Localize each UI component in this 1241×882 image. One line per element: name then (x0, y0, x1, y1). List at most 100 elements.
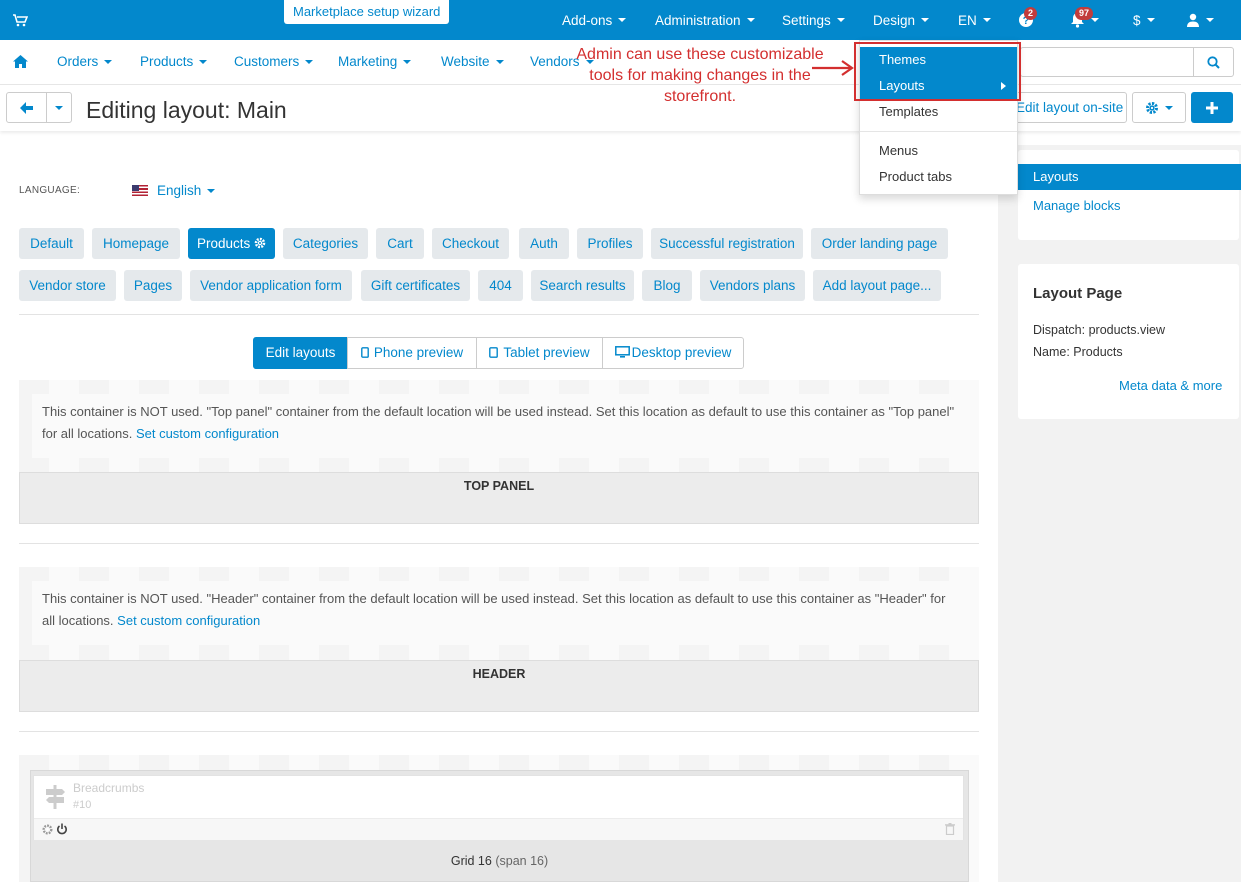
nav-website[interactable]: Website (441, 54, 504, 69)
tab-blog[interactable]: Blog (642, 270, 692, 301)
tab-successful-registration[interactable]: Successful registration (651, 228, 803, 259)
us-flag-icon (132, 185, 148, 196)
chevron-down-icon (55, 105, 63, 110)
tablet-icon (489, 347, 499, 358)
gear-icon (1146, 101, 1158, 114)
topnav-design-label: Design (873, 12, 916, 28)
top-panel-custom-config-link[interactable]: Set custom configuration (136, 426, 279, 441)
nav-customers-label: Customers (234, 54, 300, 69)
tab-vendor-application-form[interactable]: Vendor application form (190, 270, 352, 301)
header-box: HEADER (19, 660, 979, 712)
nav-marketing-label: Marketing (338, 54, 398, 69)
annotation-highlight-box (854, 42, 1021, 101)
nav-marketing[interactable]: Marketing (338, 54, 412, 69)
divider (19, 543, 979, 544)
topnav-language[interactable]: EN (958, 0, 991, 40)
desktop-preview-button[interactable]: Desktop preview (602, 337, 744, 369)
grid-label: Grid 16 (span 16) (30, 854, 969, 868)
topnav-settings-label: Settings (782, 12, 831, 28)
nav-customers[interactable]: Customers (234, 54, 314, 69)
trash-icon[interactable] (945, 823, 955, 835)
tab-products[interactable]: Products (188, 228, 275, 259)
menu-item-product-tabs[interactable]: Product tabs (860, 164, 1017, 190)
tab-order-landing-page[interactable]: Order landing page (811, 228, 948, 259)
block-footer (34, 818, 963, 840)
top-panel-notice: This container is NOT used. "Top panel" … (32, 394, 965, 458)
divider (19, 314, 979, 315)
topnav-addons[interactable]: Add-ons (562, 0, 627, 40)
tab-add-layout-page[interactable]: Add layout page... (813, 270, 941, 301)
chevron-down-icon (104, 60, 113, 65)
chevron-down-icon (1091, 18, 1099, 22)
menu-item-menus[interactable]: Menus (860, 138, 1017, 164)
phone-preview-button[interactable]: Phone preview (347, 337, 477, 369)
topnav-settings[interactable]: Settings (782, 0, 845, 40)
chevron-down-icon (1165, 105, 1173, 110)
gear-icon[interactable] (42, 824, 53, 835)
edit-layouts-button[interactable]: Edit layouts (253, 337, 348, 369)
gear-icon[interactable] (254, 237, 266, 249)
chevron-down-icon (618, 18, 627, 22)
search-button[interactable] (1193, 48, 1233, 76)
sidebar-item-layouts[interactable]: Layouts (1018, 164, 1241, 190)
menu-item-templates[interactable]: Templates (860, 99, 1017, 125)
chevron-down-icon (207, 188, 216, 193)
tab-default[interactable]: Default (19, 228, 84, 259)
tab-gift-certificates[interactable]: Gift certificates (361, 270, 470, 301)
topnav-addons-label: Add-ons (562, 12, 613, 28)
nav-products-label: Products (140, 54, 194, 69)
search-input[interactable] (1020, 47, 1234, 77)
user-menu[interactable] (1186, 0, 1214, 40)
back-button[interactable] (7, 93, 47, 122)
search-icon (1207, 55, 1220, 69)
currency-label: $ (1133, 12, 1141, 28)
topnav-design[interactable]: Design (873, 0, 930, 40)
add-button[interactable] (1191, 92, 1233, 123)
notifications-button[interactable] (1070, 0, 1099, 40)
currency-menu[interactable]: $ (1133, 0, 1155, 40)
header-label: HEADER (472, 667, 526, 681)
notifications-badge: 97 (1075, 7, 1094, 20)
breadcrumbs-block[interactable]: Breadcrumbs #10 (33, 775, 964, 840)
block-name: Breadcrumbs (73, 781, 145, 795)
topnav-administration[interactable]: Administration (655, 0, 755, 40)
topnav-language-label: EN (958, 12, 977, 28)
tab-search-results[interactable]: Search results (531, 270, 634, 301)
tablet-preview-button[interactable]: Tablet preview (476, 337, 603, 369)
signpost-icon (46, 785, 65, 809)
tab-homepage[interactable]: Homepage (92, 228, 180, 259)
edit-layout-onsite-button[interactable]: Edit layout on-site (1003, 92, 1127, 123)
settings-dropdown-button[interactable] (1132, 92, 1186, 123)
nav-website-label: Website (441, 54, 490, 69)
home-icon[interactable] (13, 55, 28, 68)
tab-profiles[interactable]: Profiles (577, 228, 643, 259)
language-selector[interactable]: English (132, 183, 216, 198)
tab-cart[interactable]: Cart (376, 228, 424, 259)
phone-preview-label: Phone preview (373, 345, 464, 360)
arrow-left-icon (20, 101, 33, 114)
tab-categories[interactable]: Categories (283, 228, 368, 259)
history-dropdown-button[interactable] (47, 93, 71, 122)
tab-pages[interactable]: Pages (124, 270, 182, 301)
cart-icon[interactable] (12, 12, 28, 28)
header-custom-config-link[interactable]: Set custom configuration (117, 613, 260, 628)
tab-auth[interactable]: Auth (519, 228, 569, 259)
language-value: English (157, 183, 202, 198)
tab-checkout[interactable]: Checkout (432, 228, 509, 259)
sidebar-item-manage-blocks[interactable]: Manage blocks (1033, 198, 1120, 213)
power-icon[interactable] (56, 823, 68, 835)
tab-vendor-store[interactable]: Vendor store (19, 270, 116, 301)
marketplace-wizard-button[interactable]: Marketplace setup wizard (284, 0, 450, 24)
meta-data-link[interactable]: Meta data & more (1119, 378, 1222, 393)
tab-vendors-plans[interactable]: Vendors plans (700, 270, 805, 301)
help-button[interactable]: ? (1018, 0, 1034, 40)
tab-404[interactable]: 404 (478, 270, 523, 301)
chevron-down-icon (836, 18, 845, 22)
annotation-text: Admin can use these customizable tools f… (576, 46, 824, 105)
dispatch-value: Dispatch: products.view (1033, 323, 1166, 337)
block-id: #10 (73, 799, 92, 811)
nav-products[interactable]: Products (140, 54, 208, 69)
chevron-down-icon (921, 18, 930, 22)
header-notice: This container is NOT used. "Header" con… (32, 581, 965, 645)
nav-orders[interactable]: Orders (57, 54, 113, 69)
